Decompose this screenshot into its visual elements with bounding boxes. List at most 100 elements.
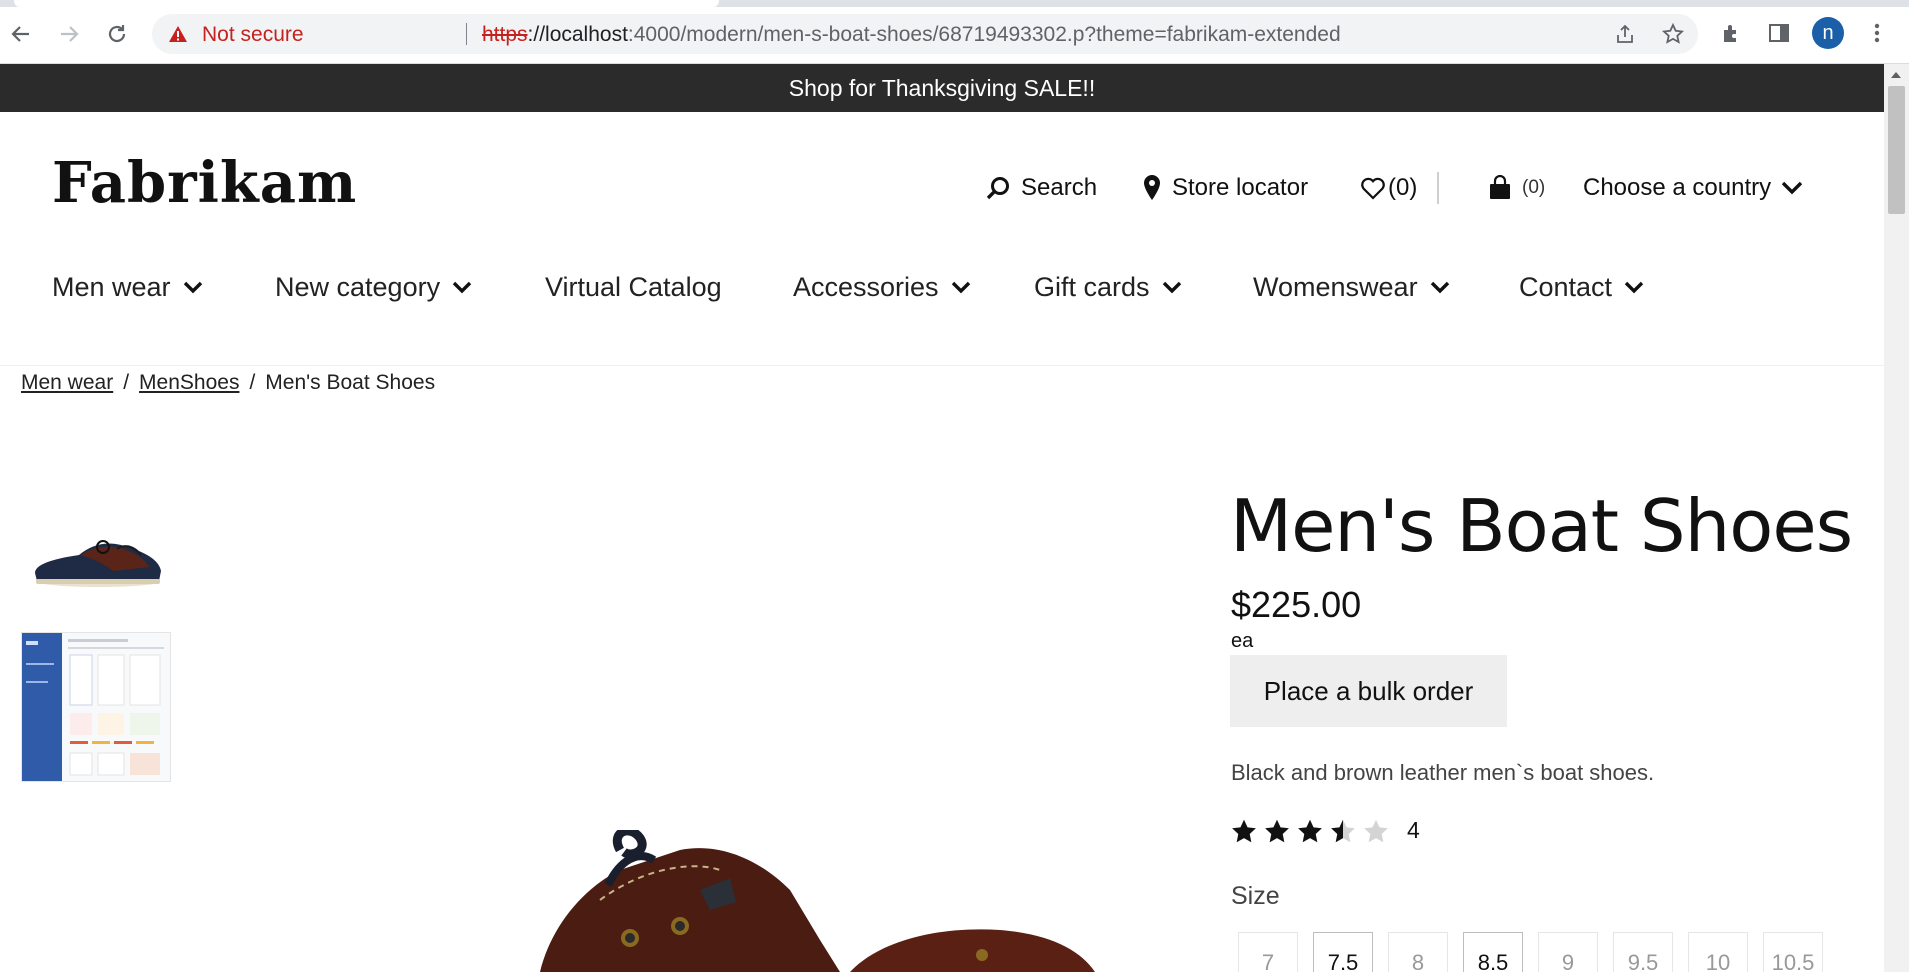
size-option[interactable]: 7 xyxy=(1238,932,1298,972)
catalog-screenshot-thumbnail xyxy=(22,633,164,781)
chevron-down-icon xyxy=(951,281,970,294)
address-bar[interactable]: Not secure https://localhost:4000/modern… xyxy=(152,14,1698,54)
search-icon xyxy=(986,177,1009,200)
browser-toolbar: Not secure https://localhost:4000/modern… xyxy=(0,0,1909,64)
nav-item-label: Accessories xyxy=(793,272,939,302)
size-option[interactable]: 9 xyxy=(1538,932,1598,972)
url-path: :4000/modern/men-s-boat-shoes/6871949330… xyxy=(627,23,1341,46)
star-icon xyxy=(1265,819,1289,842)
breadcrumb: Men wear / MenShoes / Men's Boat Shoes xyxy=(21,371,435,395)
map-pin-icon xyxy=(1144,175,1160,200)
country-picker[interactable]: Choose a country xyxy=(1583,170,1803,206)
search-label: Search xyxy=(1021,174,1098,201)
scroll-up-arrow-icon[interactable] xyxy=(1891,72,1901,78)
back-button[interactable] xyxy=(4,17,38,51)
promo-banner[interactable]: Shop for Thanksgiving SALE!! xyxy=(0,64,1884,112)
extensions-button[interactable] xyxy=(1717,18,1747,48)
profile-avatar[interactable]: n xyxy=(1812,17,1844,49)
star-icon xyxy=(1232,819,1256,842)
size-label: Size xyxy=(1231,882,1280,910)
scrollbar-thumb[interactable] xyxy=(1888,86,1905,214)
size-options: 7 7.5 8 8.5 9 9.5 10 10.5 xyxy=(1238,932,1823,972)
back-arrow-icon xyxy=(11,26,29,42)
country-picker-label: Choose a country xyxy=(1583,174,1772,201)
cart-button[interactable]: (0) xyxy=(1488,170,1545,206)
shopping-bag-icon xyxy=(1490,175,1510,199)
share-icon[interactable] xyxy=(1614,23,1636,45)
header-divider xyxy=(1437,172,1439,204)
nav-item-gift-cards[interactable]: Gift cards xyxy=(1034,272,1182,303)
size-option[interactable]: 10 xyxy=(1688,932,1748,972)
nav-item-contact[interactable]: Contact xyxy=(1519,272,1644,303)
not-secure-label[interactable]: Not secure xyxy=(202,23,304,47)
product-rating[interactable]: 4 xyxy=(1230,817,1420,844)
kebab-menu-icon xyxy=(1874,23,1880,43)
nav-item-label: Gift cards xyxy=(1034,272,1150,302)
cart-count: (0) xyxy=(1522,177,1546,198)
chevron-down-icon xyxy=(1162,281,1181,294)
product-thumbnail-2[interactable] xyxy=(21,632,171,782)
nav-item-womenswear[interactable]: Womenswear xyxy=(1253,272,1450,303)
site-logo[interactable]: Fabrikam xyxy=(52,150,357,216)
page-scrollbar[interactable] xyxy=(1884,64,1909,972)
product-title: Men's Boat Shoes xyxy=(1230,484,1853,568)
size-option[interactable]: 7.5 xyxy=(1313,932,1373,972)
nav-item-label: Womenswear xyxy=(1253,272,1418,302)
product-thumbnail-1[interactable] xyxy=(21,515,171,595)
size-option[interactable]: 10.5 xyxy=(1763,932,1823,972)
nav-item-accessories[interactable]: Accessories xyxy=(793,272,971,303)
side-panel-button[interactable] xyxy=(1764,18,1794,48)
rating-stars xyxy=(1230,818,1390,844)
nav-item-new-category[interactable]: New category xyxy=(275,272,472,303)
size-option[interactable]: 8.5 xyxy=(1463,932,1523,972)
store-locator-label: Store locator xyxy=(1172,174,1309,201)
url-scheme: https xyxy=(482,23,528,46)
nav-item-label: New category xyxy=(275,272,441,302)
breadcrumb-current: Men's Boat Shoes xyxy=(265,371,436,394)
nav-item-label: Men wear xyxy=(52,272,171,302)
nav-item-men-wear[interactable]: Men wear xyxy=(52,272,203,303)
url-text[interactable]: https://localhost:4000/modern/men-s-boat… xyxy=(482,23,1341,47)
product-unit: ea xyxy=(1231,630,1254,652)
reload-button[interactable] xyxy=(100,17,134,51)
nav-item-virtual-catalog[interactable]: Virtual Catalog xyxy=(545,272,722,303)
side-panel-icon xyxy=(1769,24,1789,42)
chevron-down-icon xyxy=(1781,181,1803,195)
size-option[interactable]: 8 xyxy=(1388,932,1448,972)
breadcrumb-link-men-wear[interactable]: Men wear xyxy=(21,371,113,395)
reload-icon xyxy=(108,25,126,43)
product-main-image[interactable] xyxy=(520,830,1100,972)
breadcrumb-separator: / xyxy=(249,371,256,394)
breadcrumb-link-menshoes[interactable]: MenShoes xyxy=(139,371,239,395)
product-description: Black and brown leather men`s boat shoes… xyxy=(1231,760,1655,785)
chevron-down-icon xyxy=(452,281,472,294)
bulk-order-button[interactable]: Place a bulk order xyxy=(1230,655,1507,727)
active-tab[interactable] xyxy=(14,0,719,7)
wishlist-button[interactable]: (0) xyxy=(1360,170,1417,206)
browser-menu-button[interactable] xyxy=(1862,18,1892,48)
omnibox-separator xyxy=(466,23,467,45)
wishlist-count: (0) xyxy=(1388,174,1418,201)
rating-count[interactable]: 4 xyxy=(1407,817,1420,844)
nav-divider xyxy=(0,365,1884,366)
star-icon xyxy=(1364,819,1388,842)
chevron-down-icon xyxy=(1430,281,1449,294)
main-nav: Men wear New category Virtual Catalog Ac… xyxy=(0,272,1884,332)
puzzle-icon xyxy=(1724,25,1736,42)
store-locator-link[interactable]: Store locator xyxy=(1142,170,1308,206)
search-button[interactable]: Search xyxy=(985,170,1097,206)
forward-button[interactable] xyxy=(52,17,86,51)
url-host: ://localhost xyxy=(527,23,628,46)
size-option[interactable]: 9.5 xyxy=(1613,932,1673,972)
heart-icon xyxy=(1361,177,1385,200)
forward-arrow-icon xyxy=(61,26,79,42)
breadcrumb-separator: / xyxy=(123,371,130,394)
bookmark-star-icon[interactable] xyxy=(1662,23,1684,45)
nav-item-label: Virtual Catalog xyxy=(545,272,722,302)
product-price: $225.00 xyxy=(1231,584,1362,625)
tab-strip xyxy=(0,0,1909,7)
star-icon xyxy=(1331,819,1355,842)
chevron-down-icon xyxy=(1624,281,1644,294)
promo-banner-text[interactable]: Shop for Thanksgiving SALE!! xyxy=(789,75,1095,102)
warning-icon xyxy=(169,26,187,42)
